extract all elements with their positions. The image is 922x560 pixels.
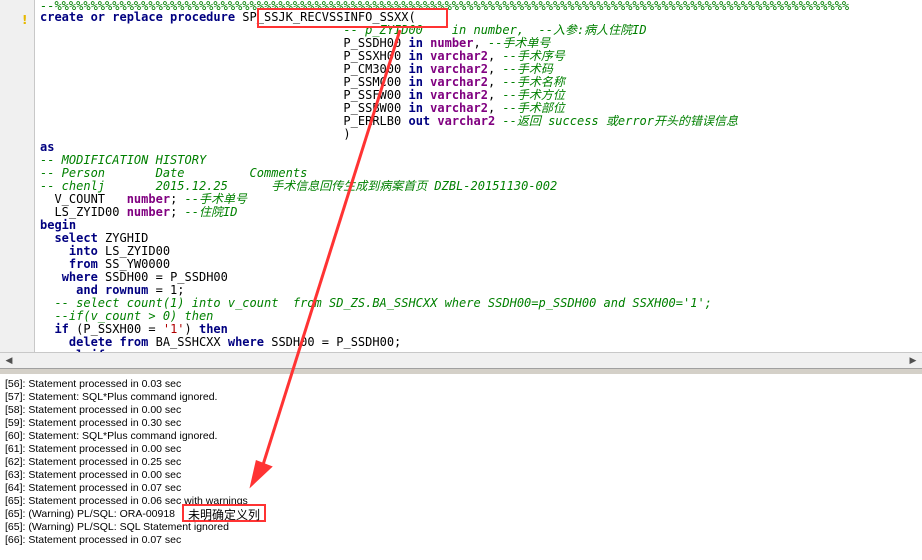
code-token: --手术序号 <box>502 49 565 63</box>
code-area[interactable]: --%%%%%%%%%%%%%%%%%%%%%%%%%%%%%%%%%%%%%%… <box>40 0 922 352</box>
code-token: SSDH00 = P_SSDH00 <box>105 270 228 284</box>
code-token: out <box>408 114 438 128</box>
code-token: (P_SSXH00 = <box>76 322 163 336</box>
code-token: LS_ZYID00 <box>40 205 127 219</box>
output-line: [60]: Statement: SQL*Plus command ignore… <box>5 430 218 442</box>
code-token: delete from <box>68 335 156 349</box>
code-token: where <box>61 270 106 284</box>
code-line: ) <box>40 127 351 141</box>
output-line: [63]: Statement processed in 0.00 sec <box>5 469 182 481</box>
code-token: --if(v_count > 0) then <box>40 309 214 323</box>
code-token: number <box>126 192 171 206</box>
code-token: and rownum <box>76 283 156 297</box>
code-token: ZYGHID <box>105 231 149 245</box>
code-token: ) <box>184 322 199 336</box>
code-token: -- chenlj 2015.12.25 手术信息回传生成到病案首页 DZBL-… <box>40 179 558 193</box>
code-token: LS_ZYID00 <box>105 244 171 258</box>
code-token: , <box>487 49 503 63</box>
output-line: [61]: Statement processed in 0.00 sec <box>5 443 182 455</box>
code-token: SSDH00 = P_SSDH00; <box>271 335 402 349</box>
code-token: P_SSXH00 <box>40 49 409 63</box>
code-token: P_SSDH00 <box>40 36 409 50</box>
code-token: -- select count(1) into v_count from SD_… <box>40 296 712 310</box>
output-line: [62]: Statement processed in 0.25 sec <box>5 456 182 468</box>
code-token: varchar2 <box>430 101 488 115</box>
code-token: -- MODIFICATION HISTORY <box>40 153 207 167</box>
code-token: ; <box>170 192 185 206</box>
code-token: = 1; <box>155 283 185 297</box>
code-token: --住院ID <box>184 205 238 219</box>
code-token: begin <box>40 218 77 232</box>
editor-gutter: ! <box>0 0 35 352</box>
code-token: P_SSBW00 <box>40 101 409 115</box>
output-line: [59]: Statement processed in 0.30 sec <box>5 417 182 429</box>
code-token: if <box>54 322 77 336</box>
code-token: then <box>198 322 228 336</box>
code-token: in <box>408 101 431 115</box>
code-token: P_SSFW00 <box>40 88 409 102</box>
code-token: , <box>473 36 488 50</box>
scroll-left-icon[interactable]: ◀ <box>2 354 16 368</box>
code-editor[interactable]: ! --%%%%%%%%%%%%%%%%%%%%%%%%%%%%%%%%%%%%… <box>0 0 922 352</box>
code-token: --手术单号 <box>184 192 247 206</box>
code-token: in <box>408 36 431 50</box>
code-token: as <box>40 140 55 154</box>
code-token: P_SSMC00 <box>40 75 409 89</box>
code-token: in <box>408 62 431 76</box>
output-line: [57]: Statement: SQL*Plus command ignore… <box>5 391 218 403</box>
code-token: , <box>487 75 503 89</box>
code-token: --手术名称 <box>502 75 565 89</box>
procedure-name-highlight <box>257 8 448 28</box>
code-token: --返回 success 或error开头的错误信息 <box>502 114 739 128</box>
code-token: --手术单号 <box>487 36 551 50</box>
code-token: , <box>487 62 503 76</box>
code-token: varchar2 <box>430 75 488 89</box>
code-token: BA_SSHCXX <box>155 335 228 349</box>
horizontal-scrollbar[interactable]: ◀ ▶ <box>0 352 922 369</box>
output-panel: [56]: Statement processed in 0.03 sec [57… <box>0 374 922 560</box>
code-token: ; <box>170 205 185 219</box>
code-token: P_ERRLB0 <box>40 114 409 128</box>
code-token: -- Person Date Comments <box>40 166 308 180</box>
code-token: --手术方位 <box>502 88 565 102</box>
code-token: create or replace procedure <box>40 10 243 24</box>
output-line: [64]: Statement processed in 0.07 sec <box>5 482 182 494</box>
output-line: [56]: Statement processed in 0.03 sec <box>5 378 182 390</box>
code-token: number <box>126 205 171 219</box>
output-line: [66]: Statement processed in 0.07 sec <box>5 534 182 546</box>
code-token: select <box>54 231 106 245</box>
warning-marker-icon: ! <box>22 13 28 27</box>
code-token: varchar2 <box>430 62 488 76</box>
scroll-right-icon[interactable]: ▶ <box>906 354 920 368</box>
code-token: --手术码 <box>502 62 553 76</box>
code-token: V_COUNT <box>40 192 127 206</box>
code-token: into <box>68 244 106 258</box>
code-token: in <box>408 49 431 63</box>
code-token: , <box>487 88 503 102</box>
code-token: from <box>68 257 106 271</box>
code-token: ) <box>40 127 351 141</box>
error-annotation-label: 未明确定义列 <box>182 504 266 522</box>
code-token: varchar2 <box>437 114 503 128</box>
code-token: where <box>227 335 272 349</box>
code-token: number <box>430 36 474 50</box>
code-token: SS_YW0000 <box>105 257 171 271</box>
code-token: '1' <box>162 322 185 336</box>
code-token: varchar2 <box>430 88 488 102</box>
output-line: [65]: (Warning) PL/SQL: ORA-00918 <box>5 508 176 520</box>
output-line: [58]: Statement processed in 0.00 sec <box>5 404 182 416</box>
code-token: P_CM3000 <box>40 62 409 76</box>
code-token: --手术部位 <box>502 101 565 115</box>
code-token: in <box>408 88 431 102</box>
code-token: in <box>408 75 431 89</box>
code-token: , <box>487 101 503 115</box>
code-token: varchar2 <box>430 49 488 63</box>
